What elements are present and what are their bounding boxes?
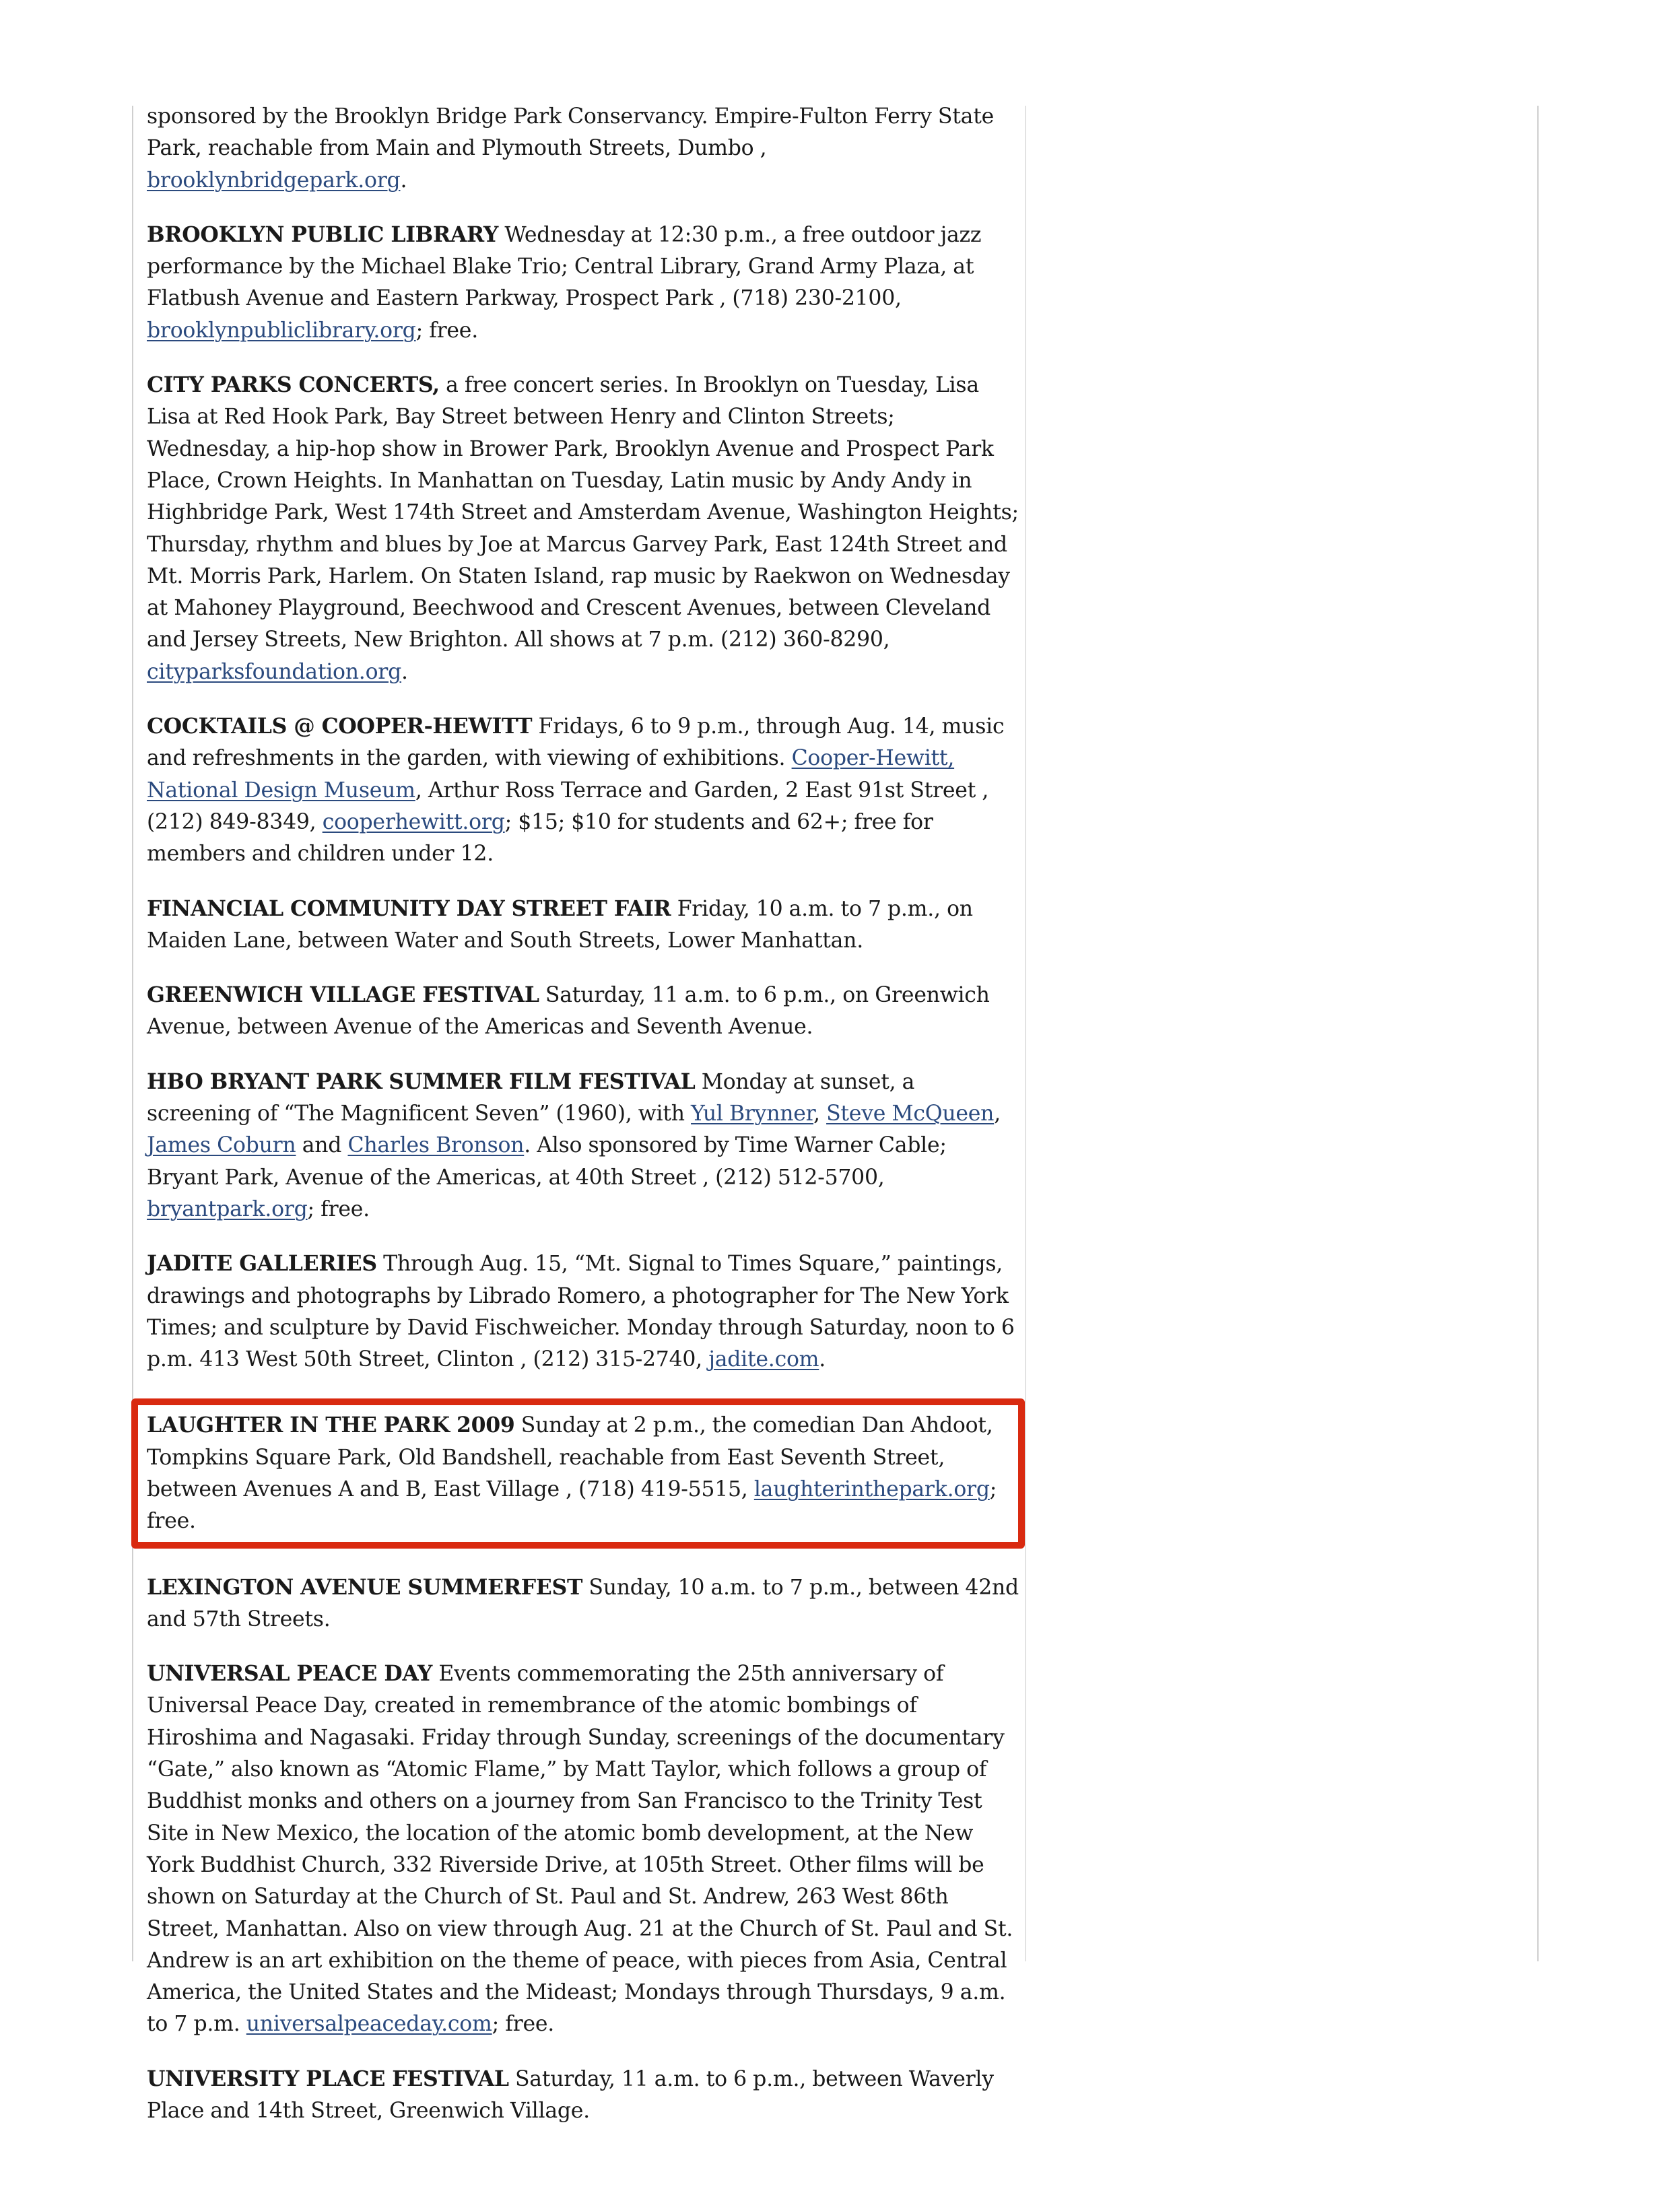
event-listing: HBO BRYANT PARK SUMMER FILM FESTIVAL Mon…: [147, 1066, 1022, 1225]
listing-link[interactable]: Charles Bronson: [347, 1133, 524, 1157]
event-listing: UNIVERSAL PEACE DAY Events commemorating…: [147, 1658, 1022, 2041]
event-listings-column: sponsored by the Brooklyn Bridge Park Co…: [131, 101, 1025, 2149]
listing-title: HBO BRYANT PARK SUMMER FILM FESTIVAL: [147, 1069, 696, 1094]
event-listing: UNIVERSITY PLACE FESTIVAL Saturday, 11 a…: [147, 2063, 1022, 2128]
listing-title: UNIVERSITY PLACE FESTIVAL: [147, 2066, 509, 2091]
listing-text: Events commemorating the 25th anniversar…: [147, 1662, 1013, 2037]
listing-link[interactable]: James Coburn: [147, 1133, 296, 1157]
listing-text: sponsored by the Brooklyn Bridge Park Co…: [147, 104, 995, 161]
left-column-rule: [132, 106, 133, 1961]
listing-title: CITY PARKS CONCERTS,: [147, 372, 440, 398]
listing-title: FINANCIAL COMMUNITY DAY STREET FAIR: [147, 895, 671, 921]
listing-title: BROOKLYN PUBLIC LIBRARY: [147, 222, 499, 247]
listing-title: UNIVERSAL PEACE DAY: [147, 1661, 433, 1687]
listing-link[interactable]: laughterinthepark.org: [754, 1477, 990, 1501]
listing-text: .: [819, 1347, 826, 1372]
listing-link[interactable]: jadite.com: [708, 1347, 819, 1372]
listing-text: ; free.: [492, 2012, 555, 2037]
listing-link[interactable]: cooperhewitt.org: [323, 810, 505, 834]
center-column-rule: [1025, 106, 1026, 1961]
listing-link[interactable]: cityparksfoundation.org: [147, 660, 401, 684]
event-listing: CITY PARKS CONCERTS, a free concert seri…: [147, 369, 1022, 688]
listing-text: ; free.: [415, 318, 479, 343]
listing-text: .: [401, 659, 408, 684]
listing-link[interactable]: Yul Brynner: [691, 1102, 813, 1126]
event-listing: FINANCIAL COMMUNITY DAY STREET FAIR Frid…: [147, 893, 1022, 957]
event-listing: LEXINGTON AVENUE SUMMERFEST Sunday, 10 a…: [147, 1571, 1022, 1636]
listing-link[interactable]: Steve McQueen: [826, 1102, 994, 1126]
listing-text: .: [400, 168, 407, 193]
listing-link[interactable]: universalpeaceday.com: [246, 2012, 492, 2036]
listing-link[interactable]: brooklynbridgepark.org: [147, 168, 401, 193]
listing-title: GREENWICH VILLAGE FESTIVAL: [147, 982, 539, 1008]
listing-title: LAUGHTER IN THE PARK 2009: [147, 1413, 515, 1438]
listing-text: and: [296, 1133, 348, 1158]
listing-title: LEXINGTON AVENUE SUMMERFEST: [147, 1574, 583, 1600]
listing-text: ; free.: [307, 1196, 370, 1221]
event-listing: BROOKLYN PUBLIC LIBRARY Wednesday at 12:…: [147, 219, 1022, 347]
event-listing: GREENWICH VILLAGE FESTIVAL Saturday, 11 …: [147, 979, 1022, 1044]
event-listing: COCKTAILS @ COOPER-HEWITT Fridays, 6 to …: [147, 710, 1022, 870]
listing-text: ,: [813, 1102, 827, 1126]
right-column-rule: [1537, 106, 1539, 1961]
listing-link[interactable]: brooklynpubliclibrary.org: [147, 318, 416, 343]
event-listing: sponsored by the Brooklyn Bridge Park Co…: [147, 101, 1022, 197]
listing-text: ,: [994, 1102, 1001, 1126]
listing-title: COCKTAILS @ COOPER-HEWITT: [147, 714, 533, 739]
listing-text: a free concert series. In Brooklyn on Tu…: [147, 373, 1019, 652]
listing-title: JADITE GALLERIES: [147, 1251, 377, 1277]
listing-link[interactable]: bryantpark.org: [147, 1197, 308, 1221]
highlighted-listing: LAUGHTER IN THE PARK 2009 Sunday at 2 p.…: [131, 1398, 1025, 1549]
event-listing: JADITE GALLERIES Through Aug. 15, “Mt. S…: [147, 1248, 1022, 1376]
